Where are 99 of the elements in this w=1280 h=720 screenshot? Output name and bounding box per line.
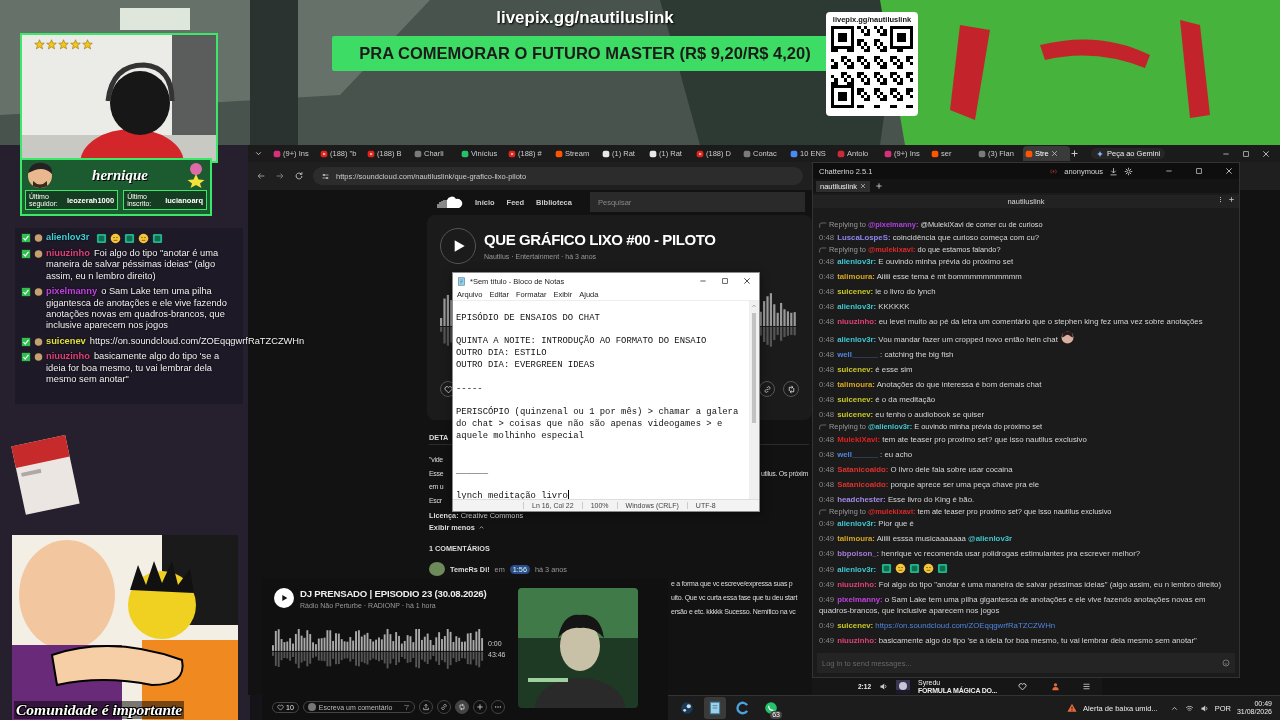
heart-icon[interactable] [1018,682,1027,691]
cloud-logo-icon [437,195,463,209]
chat-message: niuuzinho Foi algo do tipo "anotar é uma maneira de salvar péssimas ideias" (algo assim, eu n lembro direito) [46,248,220,283]
reply-icon [819,245,827,254]
maximize-icon[interactable] [721,277,729,285]
site-info-icon [321,171,330,181]
notepad-icon [708,701,722,715]
track-title: QUE GRÁFICO LIXO #00 - PILOTO [484,231,716,248]
tab-list-icon[interactable] [254,149,263,158]
site-icon [696,149,704,158]
badge-icon [34,352,43,363]
emoji-icon [895,563,907,574]
new-tab-icon[interactable] [1070,149,1079,158]
site-icon [837,149,845,158]
banknote-icon [152,233,164,244]
repost-icon [786,384,796,394]
chat-message: pixelmanny o Sam Lake tem uma pilha gigantesca de anotações e ele vive fazendo anotações novas em quadros-brancos, que inclusive aparecem nos jogos [46,286,228,332]
banknote-icon [124,233,136,244]
text-editor[interactable]: EPISÓDIO DE ENSAIOS DO CHAT QUINTA A NOITE: INTRODUÇÃO AO FORMATO DO ENSAIO OUTRO DIA: ESTILO OUTRO DIA: EVERGREEN IDEAS ----- PERISCÓPIO (quinzenal ou 1 por mês) > chamar a galera do chat > coisas que não são apenas videogames > e aquele molhinho especial ______ lynch meditação livro [453,301,749,499]
sticker-icon [1060,331,1074,344]
caption: Comunidade é importante [14,701,185,719]
notepad-icon [457,276,466,286]
share-icon [421,703,430,711]
queue-icon[interactable] [1082,682,1091,691]
avatar-icon [429,562,445,576]
site-icon [931,149,939,158]
banknote-icon [937,563,949,574]
site-icon [1025,149,1033,158]
banknote-icon [96,233,108,244]
track-title: DJ PRENSADO | EPISODIO 23 (30.08.2026) [300,588,487,599]
emoji-icon [923,563,935,574]
site-icon [508,149,516,158]
volume-icon[interactable] [1199,703,1209,713]
heart-icon [277,703,284,711]
scrollbar[interactable] [749,301,759,499]
add-split-icon[interactable] [1228,196,1235,203]
site-icon [273,149,281,158]
sparkle-icon [1096,149,1104,158]
repost-button[interactable] [454,700,469,714]
emoji-icon [110,233,122,244]
browser-icon [736,701,750,715]
site-icon [461,149,469,158]
heart-icon [443,384,453,394]
chat-message: suicenev https://on.soundcloud.com/ZOEqqgwrfRaTZCZWHn [46,335,305,348]
site-icon [649,149,657,158]
minimize-icon[interactable] [1165,167,1173,175]
site-icon [743,149,751,158]
chat-app-icon [764,701,778,715]
site-icon [555,149,563,158]
plus-icon [475,703,484,711]
live-icon [1049,166,1059,176]
chat-message: niuuzinho basicamente algo do tipo 'se a ideia for boa mesmo, tu vai lembrar dela mesmo sem anotar" [46,351,221,386]
check-badge-icon [21,336,31,347]
game-icon [680,701,694,715]
chevron-up-icon [751,303,757,309]
emoji-picker-icon [1222,659,1230,667]
repost-icon [457,703,466,711]
banknote-icon [881,563,893,574]
chevron-up-icon [477,523,485,531]
link-icon [762,384,772,394]
check-badge-icon [21,249,31,259]
mascot-icon [185,162,207,188]
more-icon [493,703,502,711]
streamer-name: hernique [92,166,148,184]
badge-icon [34,287,43,298]
site-icon [602,149,610,158]
emoji-icon [138,233,150,244]
warning-icon [1067,703,1078,713]
badge-icon [34,336,43,347]
close-icon[interactable] [743,277,751,285]
site-icon [790,149,798,158]
site-icon [884,149,892,158]
check-badge-icon [21,233,31,243]
play-button[interactable] [274,588,294,608]
person-icon[interactable] [1051,682,1060,691]
cartoon-avatar-icon [25,161,55,189]
reload-icon[interactable] [294,171,304,181]
network-icon[interactable] [1184,703,1194,713]
username: alienlov3r [46,232,90,244]
site-icon [414,149,422,158]
site-icon [978,149,986,158]
settings-icon[interactable] [1124,166,1133,176]
play-icon [279,593,289,603]
link-icon [439,703,448,711]
back-icon[interactable] [256,171,266,181]
add-tab-icon[interactable] [875,182,884,190]
reply-icon [819,507,827,516]
forward-icon[interactable] [275,171,285,181]
reply-icon [819,423,827,432]
site-icon [320,149,328,158]
check-badge-icon [21,352,31,363]
reply-icon [819,221,827,230]
check-badge-icon [21,287,31,298]
taskbar-app[interactable] [704,697,726,719]
site-icon [367,149,375,158]
banknote-icon [909,563,921,574]
volume-icon[interactable] [879,682,888,691]
download-icon[interactable] [1109,166,1118,176]
avatar-icon [307,703,316,711]
